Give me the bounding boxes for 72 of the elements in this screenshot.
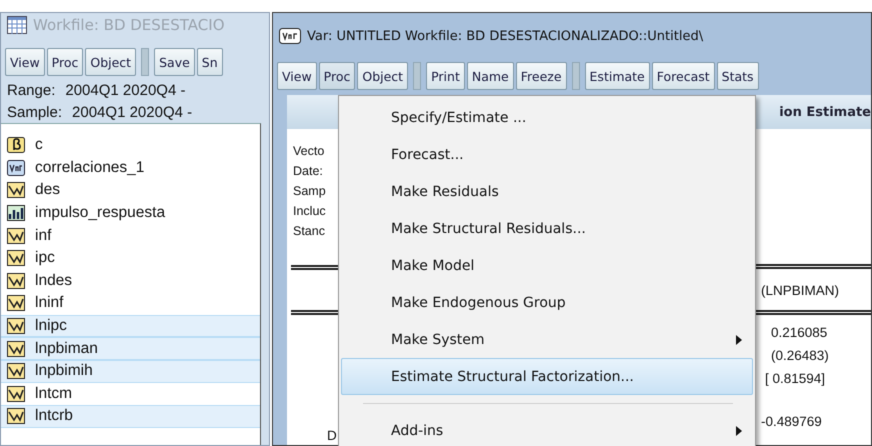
window-title: Workfile: BD DESESTACIO — [33, 16, 225, 34]
object-row[interactable]: c — [1, 134, 260, 157]
table-cell-text: [ 0.81594] — [764, 370, 826, 388]
info-line: Vecto — [293, 143, 326, 160]
toolbar-button[interactable]: View — [277, 62, 317, 90]
object-name: lntcm — [35, 384, 72, 403]
object-name: lntcrb — [35, 407, 73, 426]
menu-item[interactable]: Add-ins — [341, 412, 753, 446]
object-row[interactable]: des — [1, 179, 260, 202]
table-cell-text: -0.489769 — [760, 413, 823, 431]
toolbar-separator — [572, 62, 580, 90]
toolbar-button[interactable]: Proc — [46, 48, 84, 76]
toolbar-separator — [413, 62, 422, 90]
toolbar-button[interactable]: Forecast — [652, 62, 715, 90]
object-row[interactable]: inf — [1, 224, 260, 247]
menu-item[interactable]: Make System — [341, 321, 753, 358]
object-name: inf — [35, 226, 52, 245]
object-row[interactable]: impulso_respuesta — [1, 202, 260, 224]
object-name: correlaciones_1 — [35, 158, 144, 177]
object-name: ipc — [35, 249, 55, 268]
toolbar-button[interactable]: Save — [154, 48, 195, 76]
info-line: Date: — [293, 163, 324, 180]
object-name: lnpbimih — [35, 362, 93, 380]
info-line: Stanc — [293, 223, 326, 240]
toolbar-button[interactable]: Object — [85, 48, 136, 76]
toolbar-button[interactable]: Name — [466, 62, 514, 90]
object-name: lnpbiman — [35, 340, 98, 358]
range-label: Range: — [7, 82, 56, 98]
menu-item[interactable]: Specify/Estimate ... — [341, 99, 753, 136]
object-row[interactable]: lndes — [1, 270, 260, 292]
menu-item[interactable]: Estimate Structural Factorization... — [341, 358, 753, 395]
object-name: impulso_respuesta — [35, 204, 166, 222]
sample-value: 2004Q1 2020Q4 - — [72, 104, 192, 120]
toolbar-button[interactable]: Sn — [196, 48, 223, 76]
object-name: lndes — [35, 272, 72, 290]
toolbar-button[interactable]: Freeze — [516, 62, 567, 90]
object-row[interactable]: lnipc — [1, 314, 260, 338]
sample-label: Sample: — [7, 104, 62, 120]
toolbar-button[interactable]: Proc — [318, 62, 356, 90]
column-heading: (LNPBIMAN) — [760, 282, 840, 300]
menu-item[interactable]: Make Structural Residuals... — [341, 210, 753, 247]
table-cell-text: 0.216085 — [770, 324, 828, 342]
toolbar-button[interactable]: Object — [357, 62, 408, 90]
object-row[interactable]: lnpbimih — [1, 360, 260, 383]
menu-item[interactable]: Make Residuals — [341, 173, 753, 210]
menu-item[interactable]: Make Endogenous Group — [341, 284, 753, 321]
toolbar-button[interactable]: View — [5, 48, 45, 76]
row-label: D — [327, 428, 337, 443]
object-row[interactable]: lninf — [1, 292, 260, 315]
object-row[interactable]: ipc — [1, 246, 260, 270]
toolbar-button[interactable]: Stats — [716, 62, 759, 90]
range-value: 2004Q1 2020Q4 - — [65, 82, 186, 98]
object-row[interactable]: lnpbiman — [1, 337, 260, 360]
object-row[interactable]: lntcm — [1, 382, 260, 406]
table-cell-text: (0.26483) — [770, 347, 830, 365]
info-line: Incluc — [293, 203, 327, 220]
toolbar-button[interactable]: Print — [426, 62, 465, 90]
window-title: Var: UNTITLED Workfile: BD DESESTACIONALIZADO::Untitled\ — [307, 28, 704, 44]
object-row[interactable]: correlaciones_1 — [1, 156, 260, 180]
menu-item[interactable]: Make Model — [341, 247, 753, 284]
toolbar-separator — [141, 48, 150, 76]
var-icon — [279, 28, 301, 44]
spreadsheet-icon — [7, 16, 27, 34]
object-name: des — [35, 181, 60, 200]
object-name: lnipc — [35, 317, 67, 336]
menu-item[interactable]: Forecast... — [341, 136, 753, 173]
object-name: lninf — [35, 294, 64, 312]
object-row[interactable]: lntcrb — [1, 405, 260, 428]
toolbar-button[interactable]: Estimate — [584, 62, 650, 90]
output-title: ion Estimate — [779, 104, 871, 120]
object-name: c — [35, 136, 43, 154]
info-line: Samp — [293, 183, 327, 200]
